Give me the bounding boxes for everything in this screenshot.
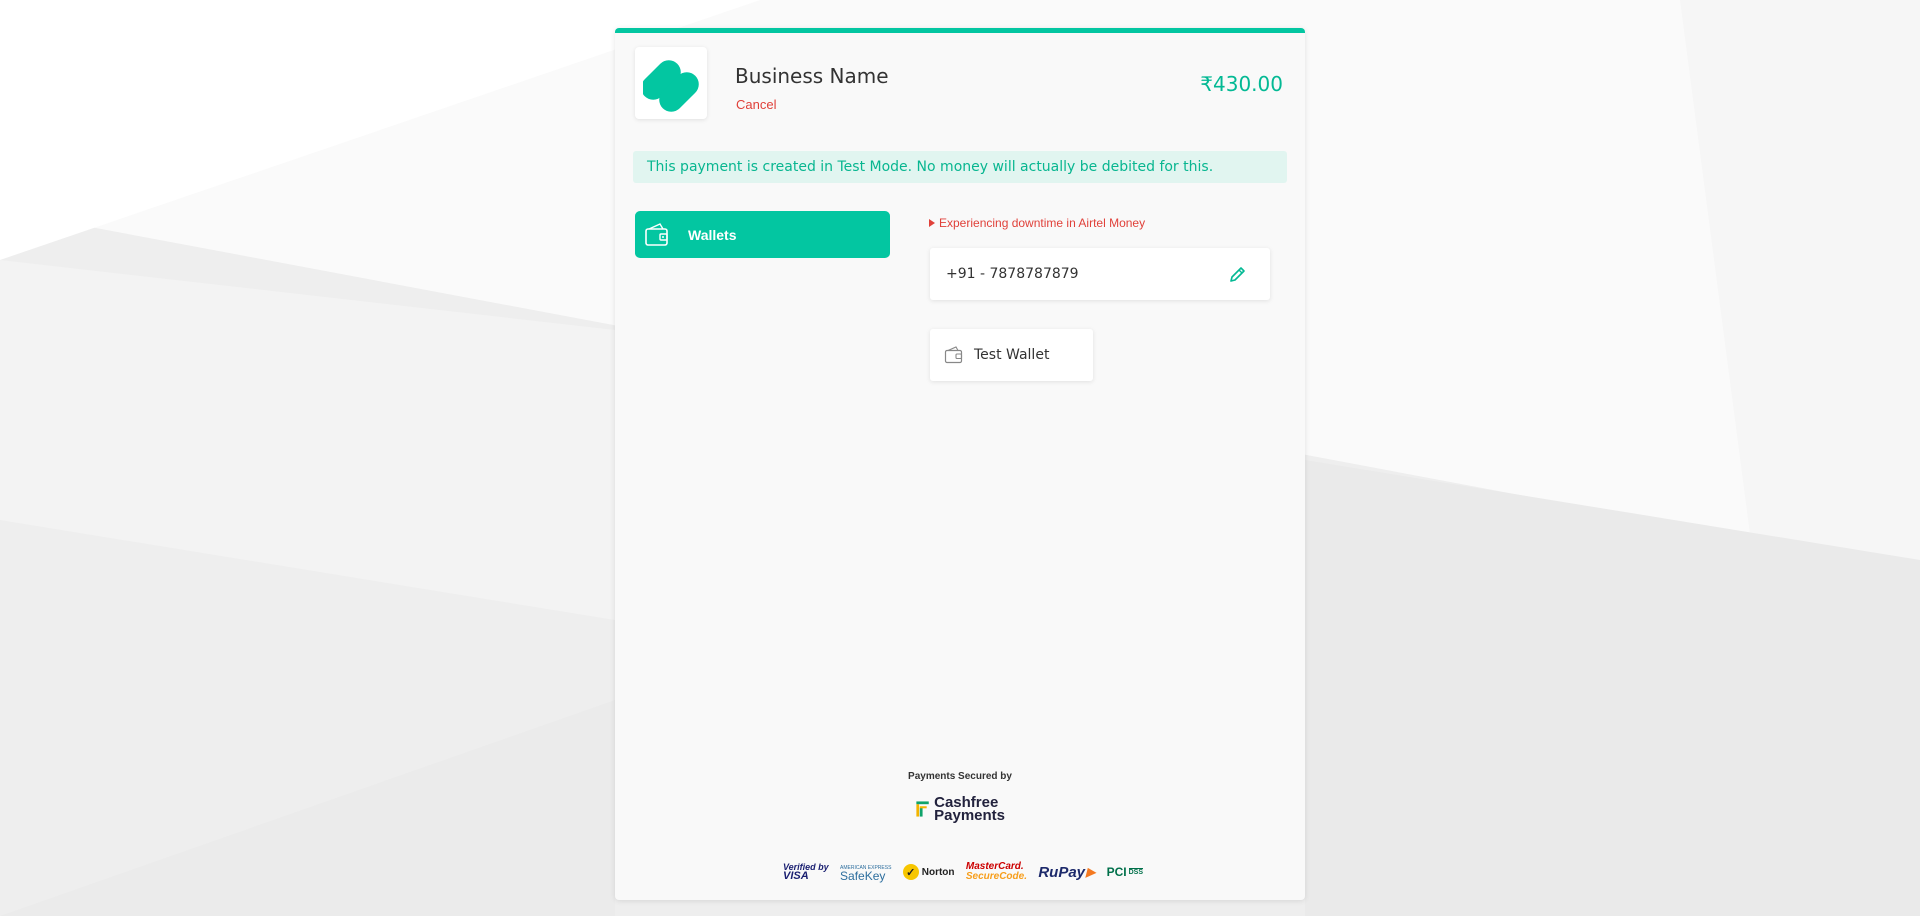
pci-badge-line2: DSS: [1128, 868, 1143, 876]
wallet-option-label: Test Wallet: [974, 347, 1050, 363]
test-mode-banner: This payment is created in Test Mode. No…: [633, 151, 1287, 183]
downtime-message: Experiencing downtime in Airtel Money: [939, 216, 1146, 230]
rupay-arrow-icon: ▶: [1086, 865, 1096, 879]
verified-by-visa-badge: Verified by VISA: [783, 863, 829, 882]
edit-phone-button[interactable]: [1228, 264, 1248, 284]
cancel-link[interactable]: Cancel: [736, 97, 776, 112]
norton-badge: ✓ Norton: [902, 864, 955, 880]
trust-badges: Verified by VISA AMERICAN EXPRESS SafeKe…: [783, 860, 1143, 884]
safekey-badge-line2: SafeKey: [840, 869, 886, 883]
wallet-icon: [944, 345, 964, 365]
mastercard-badge-line2: SecureCode.: [965, 871, 1027, 882]
warning-arrow-icon: [929, 219, 935, 227]
downtime-warning: Experiencing downtime in Airtel Money: [929, 216, 1145, 230]
phone-number-value: +91 - 7878787879: [946, 266, 1079, 282]
payments-wordmark: Payments: [934, 807, 1005, 824]
norton-badge-text: Norton: [921, 866, 955, 878]
cashfree-mark-icon: [916, 801, 929, 817]
norton-check-icon: ✓: [902, 864, 919, 880]
checkout-header: Business Name Cancel ₹430.00: [635, 47, 1285, 119]
rupay-badge: RuPay ▶: [1038, 864, 1095, 881]
pci-badge-line1: PCI: [1106, 865, 1127, 879]
pci-dss-badge: PCI DSS: [1107, 865, 1143, 879]
payments-secured-by-label: Payments Secured by: [908, 771, 1012, 782]
wallet-option-test-wallet[interactable]: Test Wallet: [930, 329, 1093, 381]
amex-safekey-badge: AMERICAN EXPRESS SafeKey: [840, 864, 891, 883]
rupay-badge-text: RuPay: [1038, 863, 1086, 881]
cashfree-payments-logo: Cashfree Payments: [915, 793, 1005, 825]
mastercard-securecode-badge: MasterCard. SecureCode.: [966, 862, 1027, 882]
wallet-icon: [644, 222, 670, 248]
payment-method-wallets-tab[interactable]: Wallets: [635, 211, 890, 258]
phone-number-field[interactable]: +91 - 7878787879: [930, 248, 1270, 300]
pencil-icon: [1230, 267, 1245, 282]
checkout-card: Business Name Cancel ₹430.00 This paymen…: [615, 28, 1305, 900]
business-name: Business Name: [735, 64, 889, 88]
business-logo: [635, 47, 707, 119]
order-amount: ₹430.00: [1200, 72, 1283, 96]
visa-badge-line2: VISA: [783, 870, 809, 882]
wallets-tab-label: Wallets: [688, 226, 737, 243]
